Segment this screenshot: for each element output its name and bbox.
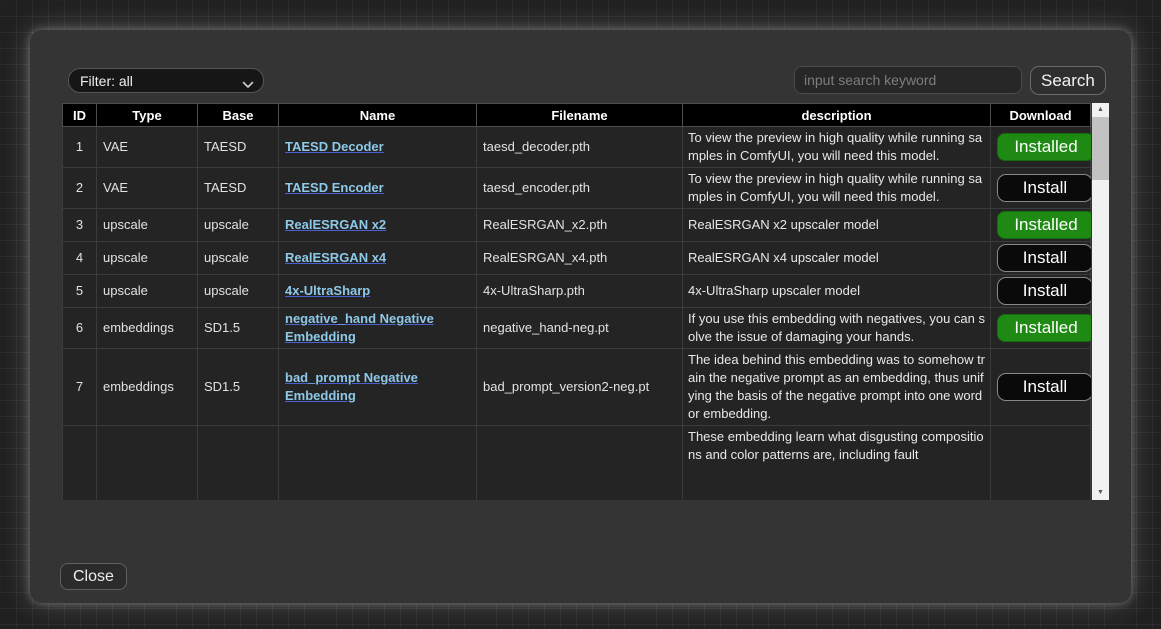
cell-id: 3: [63, 209, 97, 242]
cell-id: 6: [63, 308, 97, 349]
cell-type: VAE: [97, 168, 198, 209]
installed-badge: Installed: [997, 133, 1091, 161]
table-row: 6embeddingsSD1.5negative_hand Negative E…: [63, 308, 1091, 349]
cell-filename: RealESRGAN_x4.pth: [477, 242, 683, 275]
model-link[interactable]: TAESD Decoder: [285, 139, 384, 154]
cell-filename: taesd_decoder.pth: [477, 127, 683, 168]
cell-description: These embedding learn what disgusting co…: [683, 426, 991, 501]
table-row: 5upscaleupscale4x-UltraSharp4x-UltraShar…: [63, 275, 1091, 308]
cell-name: negative_hand Negative Embedding: [279, 308, 477, 349]
cell-filename: negative_hand-neg.pt: [477, 308, 683, 349]
model-link[interactable]: RealESRGAN x4: [285, 250, 386, 265]
cell-description: To view the preview in high quality whil…: [683, 127, 991, 168]
cell-name: RealESRGAN x4: [279, 242, 477, 275]
column-header: description: [683, 104, 991, 127]
model-link[interactable]: negative_hand Negative Embedding: [285, 311, 434, 344]
scrollbar-thumb[interactable]: [1092, 117, 1109, 180]
cell-download: Install: [991, 275, 1091, 308]
installed-badge: Installed: [997, 211, 1091, 239]
cell-id: 2: [63, 168, 97, 209]
cell-filename: RealESRGAN_x2.pth: [477, 209, 683, 242]
column-header: Filename: [477, 104, 683, 127]
column-header: Base: [198, 104, 279, 127]
cell-name: 4x-UltraSharp: [279, 275, 477, 308]
cell-base: upscale: [198, 275, 279, 308]
cell-filename: bad_prompt_version2-neg.pt: [477, 349, 683, 426]
table-header-row: IDTypeBaseNameFilenamedescriptionDownloa…: [63, 104, 1091, 127]
cell-name: bad_prompt Negative Embedding: [279, 349, 477, 426]
scrollbar-down-arrow-icon[interactable]: ▼: [1092, 486, 1109, 500]
table-row: 4upscaleupscaleRealESRGAN x4RealESRGAN_x…: [63, 242, 1091, 275]
cell-type: embeddings: [97, 349, 198, 426]
cell-description: RealESRGAN x4 upscaler model: [683, 242, 991, 275]
column-header: Download: [991, 104, 1091, 127]
cell-base: [198, 426, 279, 501]
model-link[interactable]: RealESRGAN x2: [285, 217, 386, 232]
table-scrollbar[interactable]: ▲ ▼: [1092, 103, 1109, 500]
cell-id: 7: [63, 349, 97, 426]
cell-download: Install: [991, 349, 1091, 426]
cell-base: SD1.5: [198, 349, 279, 426]
cell-download: Install: [991, 168, 1091, 209]
cell-base: upscale: [198, 242, 279, 275]
cell-download: [991, 426, 1091, 501]
cell-download: Install: [991, 242, 1091, 275]
install-button[interactable]: Install: [997, 174, 1091, 202]
cell-base: TAESD: [198, 168, 279, 209]
installed-badge: Installed: [997, 314, 1091, 342]
cell-description: The idea behind this embedding was to so…: [683, 349, 991, 426]
cell-filename: 4x-UltraSharp.pth: [477, 275, 683, 308]
cell-base: upscale: [198, 209, 279, 242]
table-row: 2VAETAESD TAESD Encoder taesd_encoder.pthT…: [63, 168, 1091, 209]
filter-dropdown[interactable]: Filter: all: [68, 68, 264, 93]
cell-name: [279, 426, 477, 501]
table-row: 1VAETAESD TAESD Decoder taesd_decoder.pthT…: [63, 127, 1091, 168]
install-button[interactable]: Install: [997, 373, 1091, 401]
cell-id: 4: [63, 242, 97, 275]
install-button[interactable]: Install: [997, 244, 1091, 272]
column-header: ID: [63, 104, 97, 127]
model-table-container: IDTypeBaseNameFilenamedescriptionDownloa…: [62, 103, 1091, 500]
cell-description: RealESRGAN x2 upscaler model: [683, 209, 991, 242]
cell-name: TAESD Encoder: [279, 168, 477, 209]
close-button[interactable]: Close: [60, 563, 127, 590]
cell-id: 5: [63, 275, 97, 308]
column-header: Name: [279, 104, 477, 127]
cell-type: embeddings: [97, 308, 198, 349]
cell-id: [63, 426, 97, 501]
column-header: Type: [97, 104, 198, 127]
cell-name: RealESRGAN x2: [279, 209, 477, 242]
cell-type: upscale: [97, 275, 198, 308]
filter-select[interactable]: Filter: all: [68, 68, 264, 93]
model-link[interactable]: 4x-UltraSharp: [285, 283, 370, 298]
cell-type: upscale: [97, 242, 198, 275]
model-manager-dialog: Filter: all Search IDTypeBaseNameFilenam…: [30, 30, 1131, 603]
search-input[interactable]: [794, 66, 1022, 94]
install-button[interactable]: Install: [997, 277, 1091, 305]
cell-name: TAESD Decoder: [279, 127, 477, 168]
table-row: 3upscaleupscaleRealESRGAN x2RealESRGAN_x…: [63, 209, 1091, 242]
cell-download: Installed: [991, 127, 1091, 168]
cell-type: VAE: [97, 127, 198, 168]
cell-type: [97, 426, 198, 501]
search-button[interactable]: Search: [1030, 66, 1106, 95]
model-link[interactable]: bad_prompt Negative Embedding: [285, 370, 418, 403]
cell-base: TAESD: [198, 127, 279, 168]
table-row: 7embeddingsSD1.5bad_prompt Negative Embe…: [63, 349, 1091, 426]
cell-download: Installed: [991, 308, 1091, 349]
scrollbar-up-arrow-icon[interactable]: ▲: [1092, 103, 1109, 117]
model-table: IDTypeBaseNameFilenamedescriptionDownloa…: [62, 103, 1091, 500]
cell-download: Installed: [991, 209, 1091, 242]
cell-base: SD1.5: [198, 308, 279, 349]
table-row: These embedding learn what disgusting co…: [63, 426, 1091, 501]
cell-filename: taesd_encoder.pth: [477, 168, 683, 209]
cell-id: 1: [63, 127, 97, 168]
cell-type: upscale: [97, 209, 198, 242]
model-link[interactable]: TAESD Encoder: [285, 180, 384, 195]
cell-description: 4x-UltraSharp upscaler model: [683, 275, 991, 308]
cell-filename: [477, 426, 683, 501]
comfyui-canvas: Filter: all Search IDTypeBaseNameFilenam…: [0, 0, 1161, 629]
cell-description: If you use this embedding with negatives…: [683, 308, 991, 349]
cell-description: To view the preview in high quality whil…: [683, 168, 991, 209]
